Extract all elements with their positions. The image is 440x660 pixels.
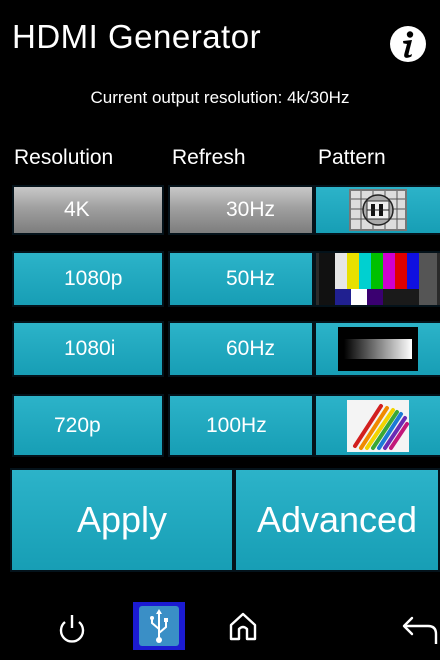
app-title: HDMI Generator: [12, 18, 262, 55]
pattern-button-test-card[interactable]: [314, 185, 440, 235]
usb-icon[interactable]: [133, 602, 185, 650]
pattern-button-gradient[interactable]: [314, 321, 440, 377]
column-header-refresh: Refresh: [172, 146, 246, 169]
resolution-button-1080i[interactable]: 1080i: [12, 321, 164, 377]
power-icon[interactable]: [56, 612, 88, 646]
refresh-button-30hz[interactable]: 30Hz: [168, 185, 314, 235]
refresh-button-60hz[interactable]: 60Hz: [168, 321, 314, 377]
column-header-resolution: Resolution: [14, 146, 114, 169]
usb-symbol-icon: [139, 606, 179, 646]
column-header-pattern: Pattern: [318, 146, 386, 169]
resolution-button-720p[interactable]: 720p: [12, 394, 164, 457]
test-card-pattern-icon: [349, 189, 407, 231]
back-icon[interactable]: [400, 614, 440, 644]
refresh-button-50hz[interactable]: 50Hz: [168, 251, 314, 307]
info-icon[interactable]: [389, 25, 427, 63]
settings-grid: 4K 30Hz 1080p 50Hz 1080i 60Hz 720p 100Hz: [10, 179, 440, 465]
color-bars-pattern-icon: [319, 253, 437, 305]
advanced-button[interactable]: Advanced: [234, 468, 440, 572]
pattern-button-colored-pencils[interactable]: [314, 394, 440, 457]
bottom-nav-bar: [0, 600, 440, 660]
apply-button[interactable]: Apply: [10, 468, 234, 572]
action-bar: Apply Advanced: [10, 468, 440, 572]
home-icon[interactable]: [227, 610, 259, 642]
resolution-button-1080p[interactable]: 1080p: [12, 251, 164, 307]
current-resolution-status: Current output resolution: 4k/30Hz: [90, 88, 350, 107]
pattern-button-color-bars[interactable]: [314, 251, 440, 307]
refresh-button-100hz[interactable]: 100Hz: [168, 394, 314, 457]
resolution-button-4k[interactable]: 4K: [12, 185, 164, 235]
gradient-ramp-pattern-icon: [338, 327, 418, 371]
colored-pencils-pattern-icon: [347, 399, 409, 452]
